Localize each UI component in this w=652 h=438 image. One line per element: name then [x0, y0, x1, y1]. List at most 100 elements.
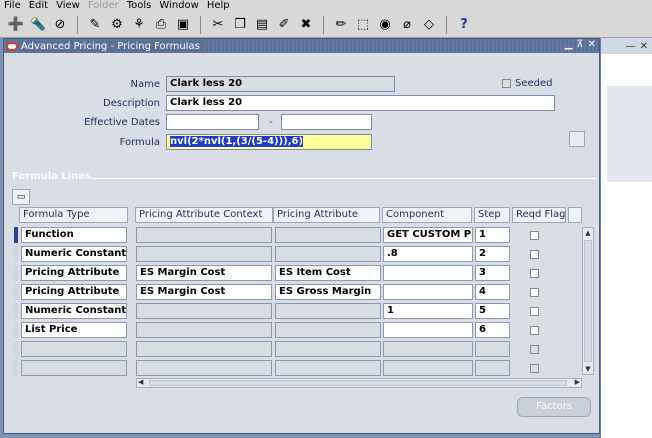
folder-icon[interactable]: ▭ — [12, 189, 30, 205]
cell-attribute[interactable] — [275, 341, 381, 357]
cell-context[interactable] — [136, 360, 272, 376]
col-formula-type[interactable]: Formula Type — [19, 207, 128, 223]
reqd-flag-checkbox[interactable] — [530, 250, 539, 259]
minimize-icon[interactable]: ▁ — [565, 39, 573, 50]
seeded-checkbox[interactable] — [502, 79, 511, 88]
scroll-left-arrow-icon[interactable]: ◀ — [138, 378, 143, 386]
row-indicator[interactable] — [14, 246, 18, 262]
row-indicator[interactable] — [14, 265, 18, 281]
maximize-icon[interactable]: ⊼ — [576, 39, 583, 50]
scroll-down-arrow-icon[interactable]: ▼ — [583, 364, 593, 374]
switch-responsibility-icon[interactable]: ⚘ — [129, 15, 149, 35]
close-icon[interactable]: ✕ — [588, 39, 596, 50]
attachments-icon[interactable]: ⌀ — [397, 15, 417, 35]
row-indicator[interactable] — [14, 360, 18, 376]
cell-attribute[interactable]: ES Gross Margin — [275, 284, 381, 300]
menu-file[interactable]: File — [4, 0, 21, 12]
folder-tools-icon[interactable]: ◇ — [419, 15, 439, 35]
cell-attribute[interactable] — [275, 360, 381, 376]
cell-step[interactable]: 4 — [475, 284, 510, 300]
cell-component[interactable] — [383, 265, 473, 281]
col-pricing-attribute-context[interactable]: Pricing Attribute Context — [135, 207, 273, 223]
vertical-scroll-thumb[interactable] — [584, 240, 592, 362]
cell-type[interactable]: Function — [21, 227, 127, 243]
new-icon[interactable]: ➕ — [6, 15, 26, 35]
cell-type[interactable]: Numeric Constant — [21, 303, 127, 319]
edit-field-icon[interactable]: ✏ — [331, 15, 351, 35]
find-icon[interactable]: 🔦 — [28, 15, 48, 35]
cell-component[interactable]: .8 — [383, 246, 473, 262]
menu-tools[interactable]: Tools — [127, 0, 152, 12]
translations-icon[interactable]: ◉ — [375, 15, 395, 35]
col-step[interactable]: Step — [474, 207, 510, 223]
menu-folder[interactable]: Folder — [88, 0, 119, 12]
zoom-icon[interactable]: ⬚ — [353, 15, 373, 35]
cell-context[interactable] — [136, 303, 272, 319]
scroll-right-arrow-icon[interactable]: ▶ — [575, 378, 580, 386]
delete-record-icon[interactable]: ✖ — [296, 15, 316, 35]
reqd-flag-checkbox[interactable] — [530, 231, 539, 240]
cell-context[interactable] — [136, 341, 272, 357]
help-icon[interactable]: ? — [454, 15, 474, 35]
next-step-icon[interactable]: ⚙ — [107, 15, 127, 35]
vertical-scrollbar[interactable]: ▲ ▼ — [582, 227, 594, 375]
close-icon[interactable]: ✕ — [640, 41, 648, 52]
row-indicator[interactable] — [14, 322, 18, 338]
cell-step[interactable]: 6 — [475, 322, 510, 338]
effective-date-from-field[interactable] — [166, 114, 259, 130]
cell-type[interactable]: Pricing Attribute — [21, 284, 127, 300]
cell-attribute[interactable] — [275, 227, 381, 243]
cell-step[interactable]: 2 — [475, 246, 510, 262]
clear-record-icon[interactable]: ✐ — [274, 15, 294, 35]
cell-component[interactable] — [383, 322, 473, 338]
cut-icon[interactable]: ✂ — [208, 15, 228, 35]
print-icon[interactable]: ⎙ — [151, 15, 171, 35]
copy-icon[interactable]: ❐ — [230, 15, 250, 35]
descriptive-flexfield-button[interactable] — [569, 131, 585, 147]
menu-edit[interactable]: Edit — [29, 0, 48, 12]
cell-context[interactable] — [136, 246, 272, 262]
cell-step[interactable]: 3 — [475, 265, 510, 281]
cell-component[interactable]: 1 — [383, 303, 473, 319]
cell-component[interactable] — [383, 341, 473, 357]
reqd-flag-checkbox[interactable] — [530, 269, 539, 278]
cell-type[interactable] — [21, 341, 127, 357]
cell-type[interactable]: Pricing Attribute — [21, 265, 127, 281]
col-pricing-attribute[interactable]: Pricing Attribute — [273, 207, 380, 223]
cell-context[interactable]: ES Margin Cost — [136, 265, 272, 281]
navigator-icon[interactable]: ⊘ — [50, 15, 70, 35]
cell-context[interactable] — [136, 227, 272, 243]
horizontal-scroll-thumb[interactable] — [149, 380, 567, 386]
reqd-flag-checkbox[interactable] — [530, 345, 539, 354]
cell-step[interactable] — [475, 341, 510, 357]
paste-icon[interactable]: ▤ — [252, 15, 272, 35]
cell-component[interactable]: GET CUSTOM PRI — [383, 227, 473, 243]
cell-type[interactable]: List Price — [21, 322, 127, 338]
cell-attribute[interactable] — [275, 246, 381, 262]
col-component[interactable]: Component — [382, 207, 472, 223]
row-indicator[interactable] — [14, 341, 18, 357]
save-icon[interactable]: ✎ — [85, 15, 105, 35]
col-reqd-flag[interactable]: Reqd Flag — [512, 207, 566, 223]
cell-context[interactable]: ES Margin Cost — [136, 284, 272, 300]
scroll-up-arrow-icon[interactable]: ▲ — [583, 228, 593, 238]
cell-type[interactable] — [21, 360, 127, 376]
cell-attribute[interactable] — [275, 322, 381, 338]
cell-attribute[interactable] — [275, 303, 381, 319]
cell-type[interactable]: Numeric Constant — [21, 246, 127, 262]
cell-step[interactable]: 5 — [475, 303, 510, 319]
cell-step[interactable] — [475, 360, 510, 376]
reqd-flag-checkbox[interactable] — [530, 326, 539, 335]
cell-step[interactable]: 1 — [475, 227, 510, 243]
horizontal-scrollbar[interactable]: ◀ ▶ — [136, 378, 582, 388]
formula-field[interactable]: nvl(2*nvl(1,(3/(5-4))),6) — [166, 134, 372, 150]
row-indicator[interactable] — [14, 227, 18, 243]
cell-component[interactable] — [383, 360, 473, 376]
cell-attribute[interactable]: ES Item Cost — [275, 265, 381, 281]
description-field[interactable]: Clark less 20 — [166, 95, 555, 111]
cell-context[interactable] — [136, 322, 272, 338]
menu-view[interactable]: View — [56, 0, 80, 12]
row-indicator[interactable] — [14, 284, 18, 300]
reqd-flag-checkbox[interactable] — [530, 307, 539, 316]
menu-help[interactable]: Help — [207, 0, 230, 12]
